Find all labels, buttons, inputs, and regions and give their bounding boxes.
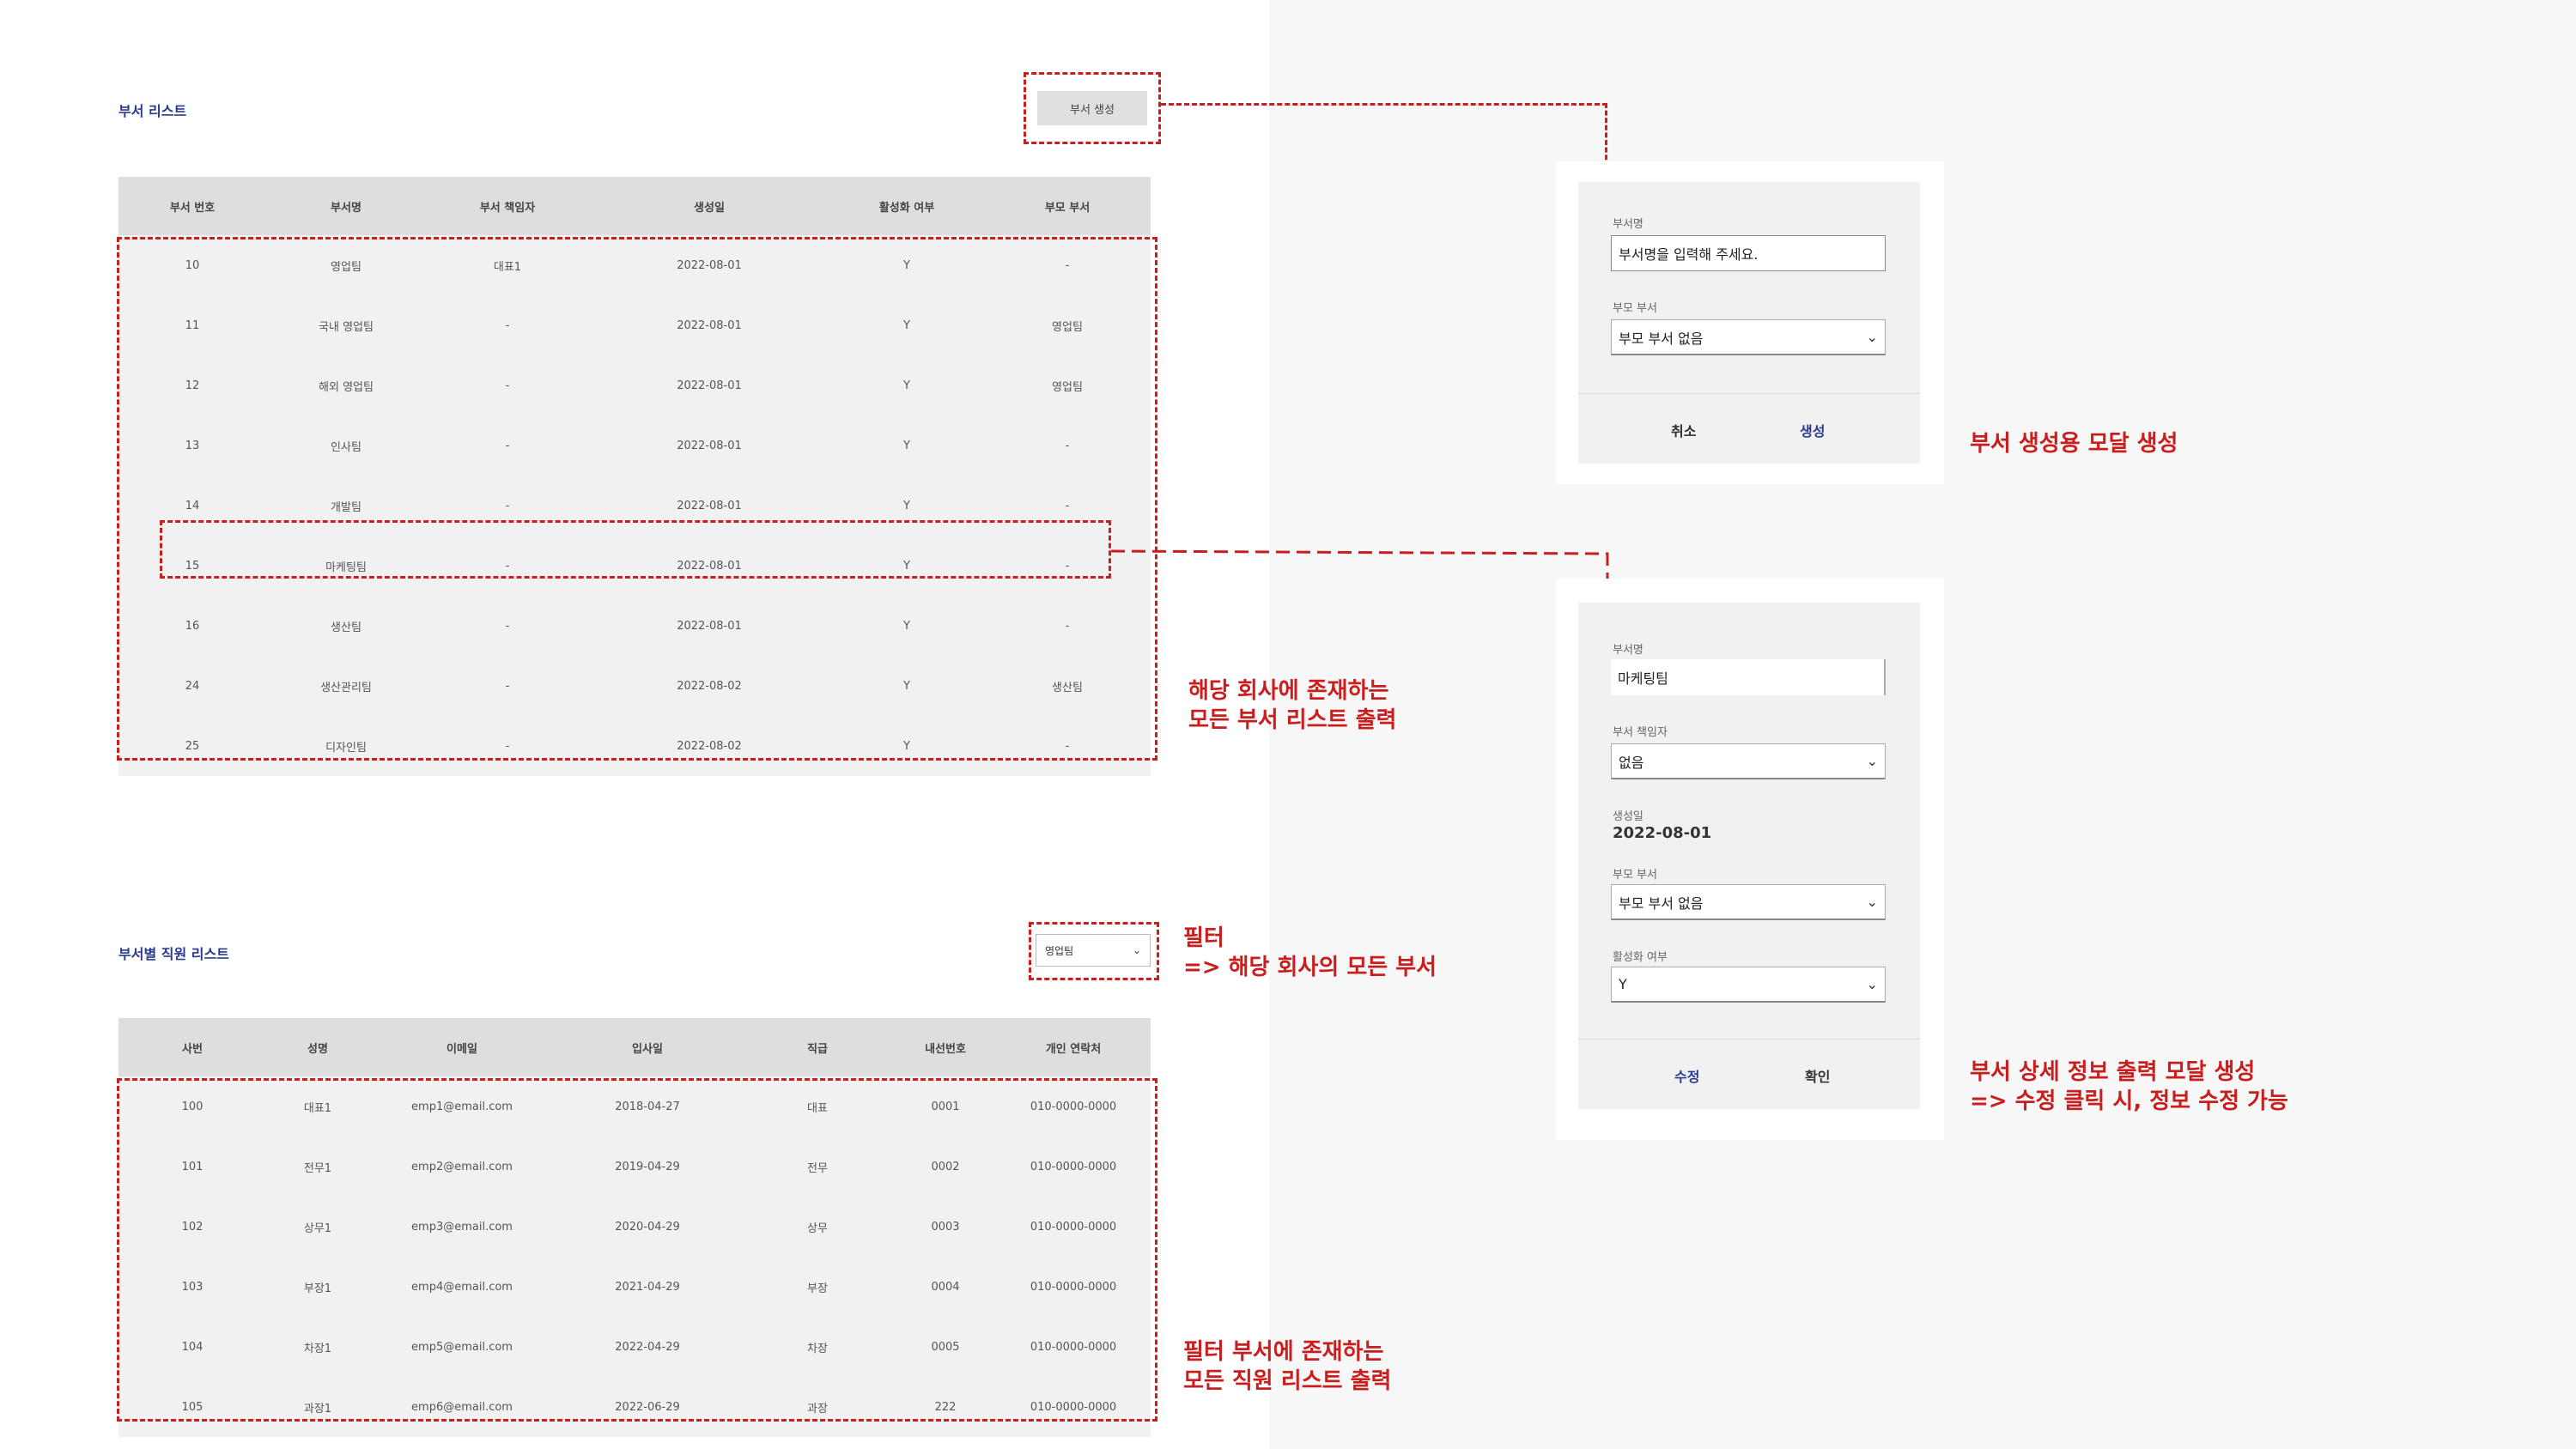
- dept-rows-highlight: [117, 237, 1157, 761]
- annotation-create-modal-line1: 부서 생성용 모달 생성: [1970, 431, 2178, 457]
- detail-active-label: 활성화 여부: [1613, 951, 1668, 964]
- dept-list-title: 부서 리스트: [118, 103, 187, 119]
- detail-manager-select[interactable]: 없음 ⌄: [1611, 743, 1886, 779]
- annotation-dept-list: 해당 회사에 존재하는 모든 부서 리스트 출력: [1188, 676, 1396, 735]
- create-name-input[interactable]: 부서명을 입력해 주세요.: [1611, 235, 1886, 271]
- detail-manager-value: 없음: [1619, 754, 1644, 771]
- column-header: 부서명: [266, 177, 426, 235]
- detail-parent-label: 부모 부서: [1613, 869, 1657, 882]
- column-header: 개인 연락처: [996, 1018, 1151, 1076]
- column-header: 입사일: [555, 1018, 740, 1076]
- column-header: 부서 책임자: [426, 177, 589, 235]
- chevron-down-icon: ⌄: [1866, 976, 1878, 992]
- detail-confirm-button[interactable]: 확인: [1800, 1064, 1835, 1087]
- emp-list-title: 부서별 직원 리스트: [118, 946, 229, 962]
- column-header: 활성화 여부: [829, 177, 984, 235]
- detail-modal-divider: [1578, 1039, 1920, 1040]
- column-header: 이메일: [369, 1018, 555, 1076]
- column-header: 직급: [740, 1018, 895, 1076]
- annotation-detail-modal-line1: 부서 상세 정보 출력 모달 생성: [1970, 1059, 2256, 1085]
- create-parent-label: 부모 부서: [1613, 302, 1657, 315]
- detail-name-label: 부서명: [1613, 644, 1643, 657]
- annotation-detail-modal: 부서 상세 정보 출력 모달 생성 => 수정 클릭 시, 정보 수정 가능: [1970, 1058, 2288, 1116]
- create-cancel-button[interactable]: 취소: [1666, 419, 1701, 441]
- annotation-dept-list-line1: 해당 회사에 존재하는: [1188, 678, 1389, 704]
- detail-manager-label: 부서 책임자: [1613, 726, 1668, 739]
- column-header: 내선번호: [895, 1018, 996, 1076]
- annotation-emp-list-line1: 필터 부서에 존재하는: [1183, 1339, 1384, 1365]
- connector-detail-line: [1110, 549, 1609, 620]
- annotation-filter-line2: => 해당 회사의 모든 부서: [1183, 955, 1437, 980]
- marketing-row-highlight: [160, 520, 1111, 579]
- detail-edit-button[interactable]: 수정: [1669, 1064, 1704, 1087]
- column-header: 성명: [266, 1018, 369, 1076]
- detail-created-label: 생성일: [1613, 810, 1643, 823]
- column-header: 생성일: [589, 177, 829, 235]
- emp-rows-highlight: [117, 1078, 1157, 1422]
- annotation-emp-list-line2: 모든 직원 리스트 출력: [1183, 1368, 1392, 1394]
- detail-active-select[interactable]: Y ⌄: [1611, 967, 1886, 1003]
- column-header: 부모 부서: [984, 177, 1151, 235]
- column-header: 사번: [118, 1018, 266, 1076]
- detail-parent-value: 부모 부서 없음: [1619, 894, 1704, 912]
- filter-highlight: [1029, 922, 1159, 980]
- annotation-detail-modal-line2: => 수정 클릭 시, 정보 수정 가능: [1970, 1088, 2288, 1114]
- detail-parent-select[interactable]: 부모 부서 없음 ⌄: [1611, 884, 1886, 920]
- annotation-dept-list-line2: 모든 부서 리스트 출력: [1188, 707, 1397, 733]
- chevron-down-icon: ⌄: [1866, 329, 1878, 345]
- connector-create-h: [1161, 103, 1607, 106]
- column-header: 부서 번호: [118, 177, 266, 235]
- create-modal-divider: [1578, 393, 1920, 394]
- create-submit-button[interactable]: 생성: [1795, 419, 1830, 441]
- chevron-down-icon: ⌄: [1866, 894, 1878, 910]
- create-name-label: 부서명: [1613, 218, 1643, 231]
- create-parent-select[interactable]: 부모 부서 없음 ⌄: [1611, 319, 1886, 355]
- annotation-emp-list: 필터 부서에 존재하는 모든 직원 리스트 출력: [1183, 1337, 1391, 1396]
- annotation-filter-line1: 필터: [1183, 925, 1224, 951]
- create-button-highlight: [1024, 72, 1161, 144]
- annotation-create-modal: 부서 생성용 모달 생성: [1970, 429, 2178, 458]
- annotation-filter: 필터 => 해당 회사의 모든 부서: [1183, 924, 1437, 982]
- create-parent-value: 부모 부서 없음: [1619, 330, 1704, 347]
- detail-active-value: Y: [1619, 976, 1627, 992]
- detail-name-input[interactable]: 마케팅팀: [1611, 659, 1886, 695]
- chevron-down-icon: ⌄: [1866, 753, 1878, 769]
- detail-created-value: 2022-08-01: [1613, 824, 1712, 842]
